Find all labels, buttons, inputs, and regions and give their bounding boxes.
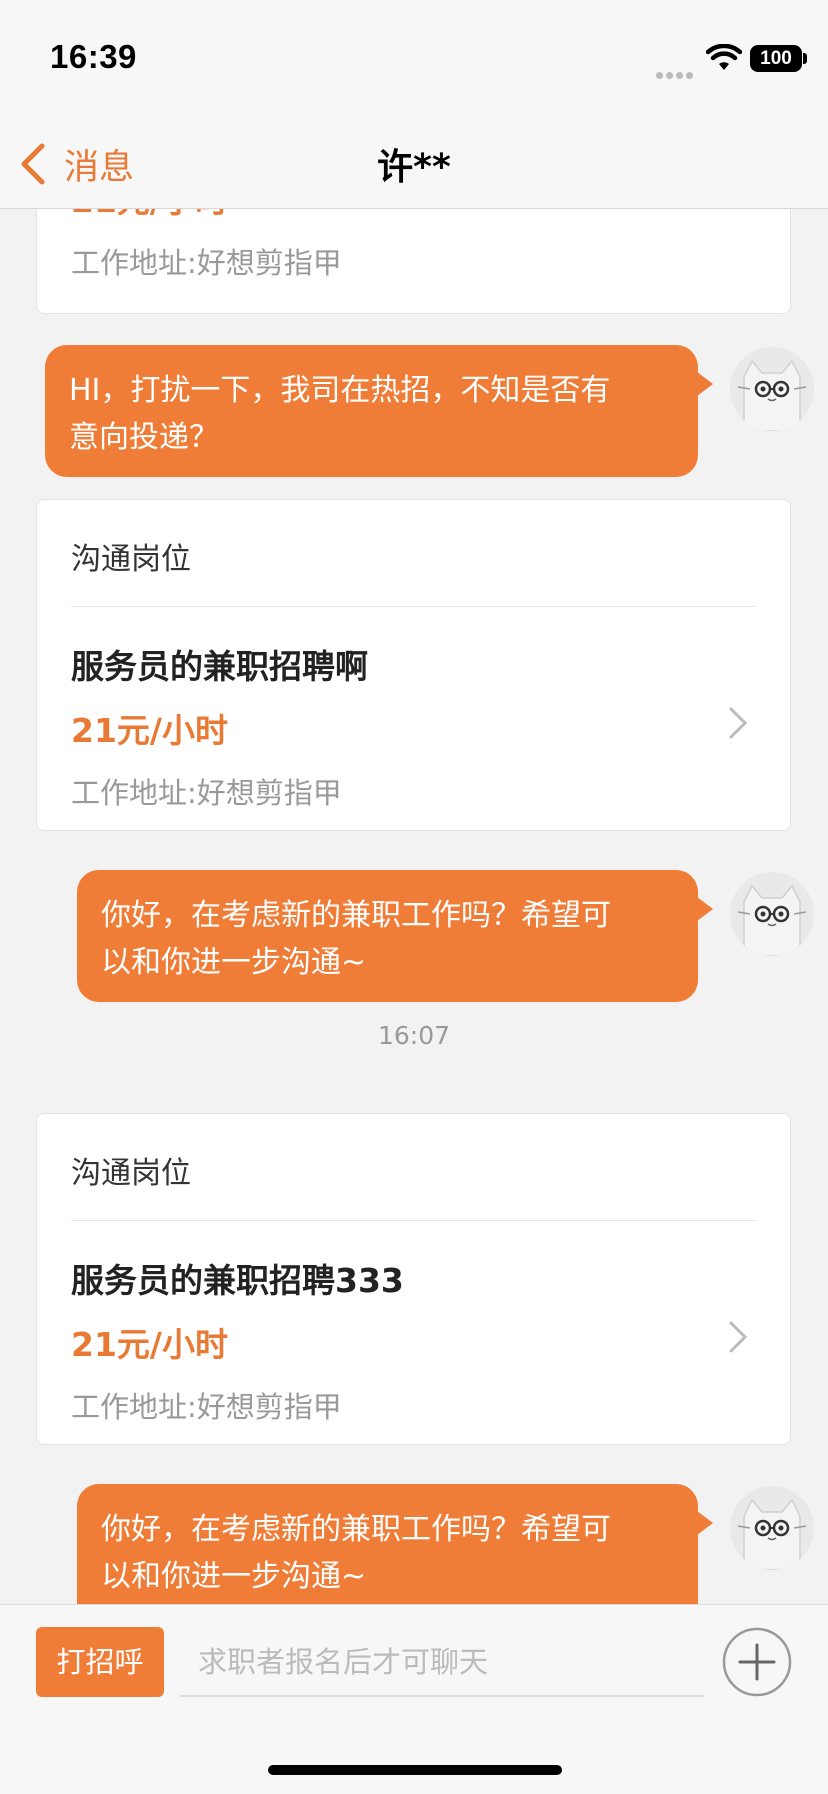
plus-circle-icon[interactable] [722, 1627, 792, 1697]
battery-icon: 100 [750, 45, 802, 72]
timestamp: 16:07 [377, 1021, 451, 1050]
bottom-bar: 打招呼 求职者报名后才可聊天 [0, 1604, 828, 1794]
job-address: 工作地址:好想剪指甲 [71, 1390, 342, 1424]
message-line: 以和你进一步沟通~ [101, 945, 367, 980]
message-line: 以和你进一步沟通~ [101, 1559, 367, 1594]
bubble-tail [697, 897, 713, 921]
page-title: 许** [377, 147, 451, 188]
message-line: 你好，在考虑新的兼职工作吗？希望可 [101, 898, 611, 933]
message-bubble[interactable]: 你好，在考虑新的兼职工作吗？希望可 以和你进一步沟通~ [77, 870, 698, 1002]
job-card[interactable]: 沟通岗位 服务员的兼职招聘333 21元/小时 工作地址:好想剪指甲 [36, 1113, 791, 1445]
status-bar: 16:39 100 [0, 0, 828, 120]
status-time: 16:39 [50, 38, 137, 75]
card-divider [71, 606, 756, 607]
card-header: 沟通岗位 [71, 542, 191, 577]
avatar[interactable] [730, 347, 814, 431]
message-line: 意向投递？ [69, 420, 219, 455]
chat-input[interactable]: 求职者报名后才可聊天 [180, 1627, 704, 1697]
message-bubble[interactable]: 你好，在考虑新的兼职工作吗？希望可 以和你进一步沟通~ [77, 1484, 698, 1604]
job-address: 工作地址:好想剪指甲 [71, 246, 342, 280]
message-line: 你好，在考虑新的兼职工作吗？希望可 [101, 1512, 611, 1547]
greet-button[interactable]: 打招呼 [36, 1627, 164, 1697]
job-card[interactable]: 21元/小时 工作地址:好想剪指甲 [36, 209, 791, 314]
job-title: 服务员的兼职招聘啊 [71, 647, 368, 686]
job-title: 服务员的兼职招聘333 [71, 1261, 404, 1300]
message-line: HI，打扰一下，我司在热招，不知是否有 [69, 373, 611, 408]
card-header: 沟通岗位 [71, 1156, 191, 1191]
chat-area[interactable]: 21元/小时 工作地址:好想剪指甲 HI，打扰一下，我司在热招，不知是否有 意向… [0, 209, 828, 1604]
home-indicator[interactable] [268, 1765, 562, 1775]
chevron-right-icon [729, 707, 748, 739]
cat-avatar-icon [730, 872, 814, 956]
bubble-tail [697, 1511, 713, 1535]
job-salary: 21元/小时 [71, 209, 228, 222]
bubble-tail [697, 372, 713, 396]
avatar[interactable] [730, 872, 814, 956]
wifi-icon [706, 44, 742, 70]
job-card[interactable]: 沟通岗位 服务员的兼职招聘啊 21元/小时 工作地址:好想剪指甲 [36, 499, 791, 831]
job-address: 工作地址:好想剪指甲 [71, 776, 342, 810]
chevron-right-icon [728, 209, 748, 210]
job-salary: 21元/小时 [71, 1325, 228, 1364]
card-divider [71, 1220, 756, 1221]
avatar[interactable] [730, 1486, 814, 1570]
cat-avatar-icon [730, 1486, 814, 1570]
cat-avatar-icon [730, 347, 814, 431]
message-bubble[interactable]: HI，打扰一下，我司在热招，不知是否有 意向投递？ [45, 345, 698, 477]
signal-dots-icon [656, 64, 696, 79]
job-salary: 21元/小时 [71, 711, 228, 750]
nav-bar: 消息 许** [0, 120, 828, 209]
chevron-right-icon [729, 1321, 748, 1353]
battery-tip [803, 53, 807, 64]
